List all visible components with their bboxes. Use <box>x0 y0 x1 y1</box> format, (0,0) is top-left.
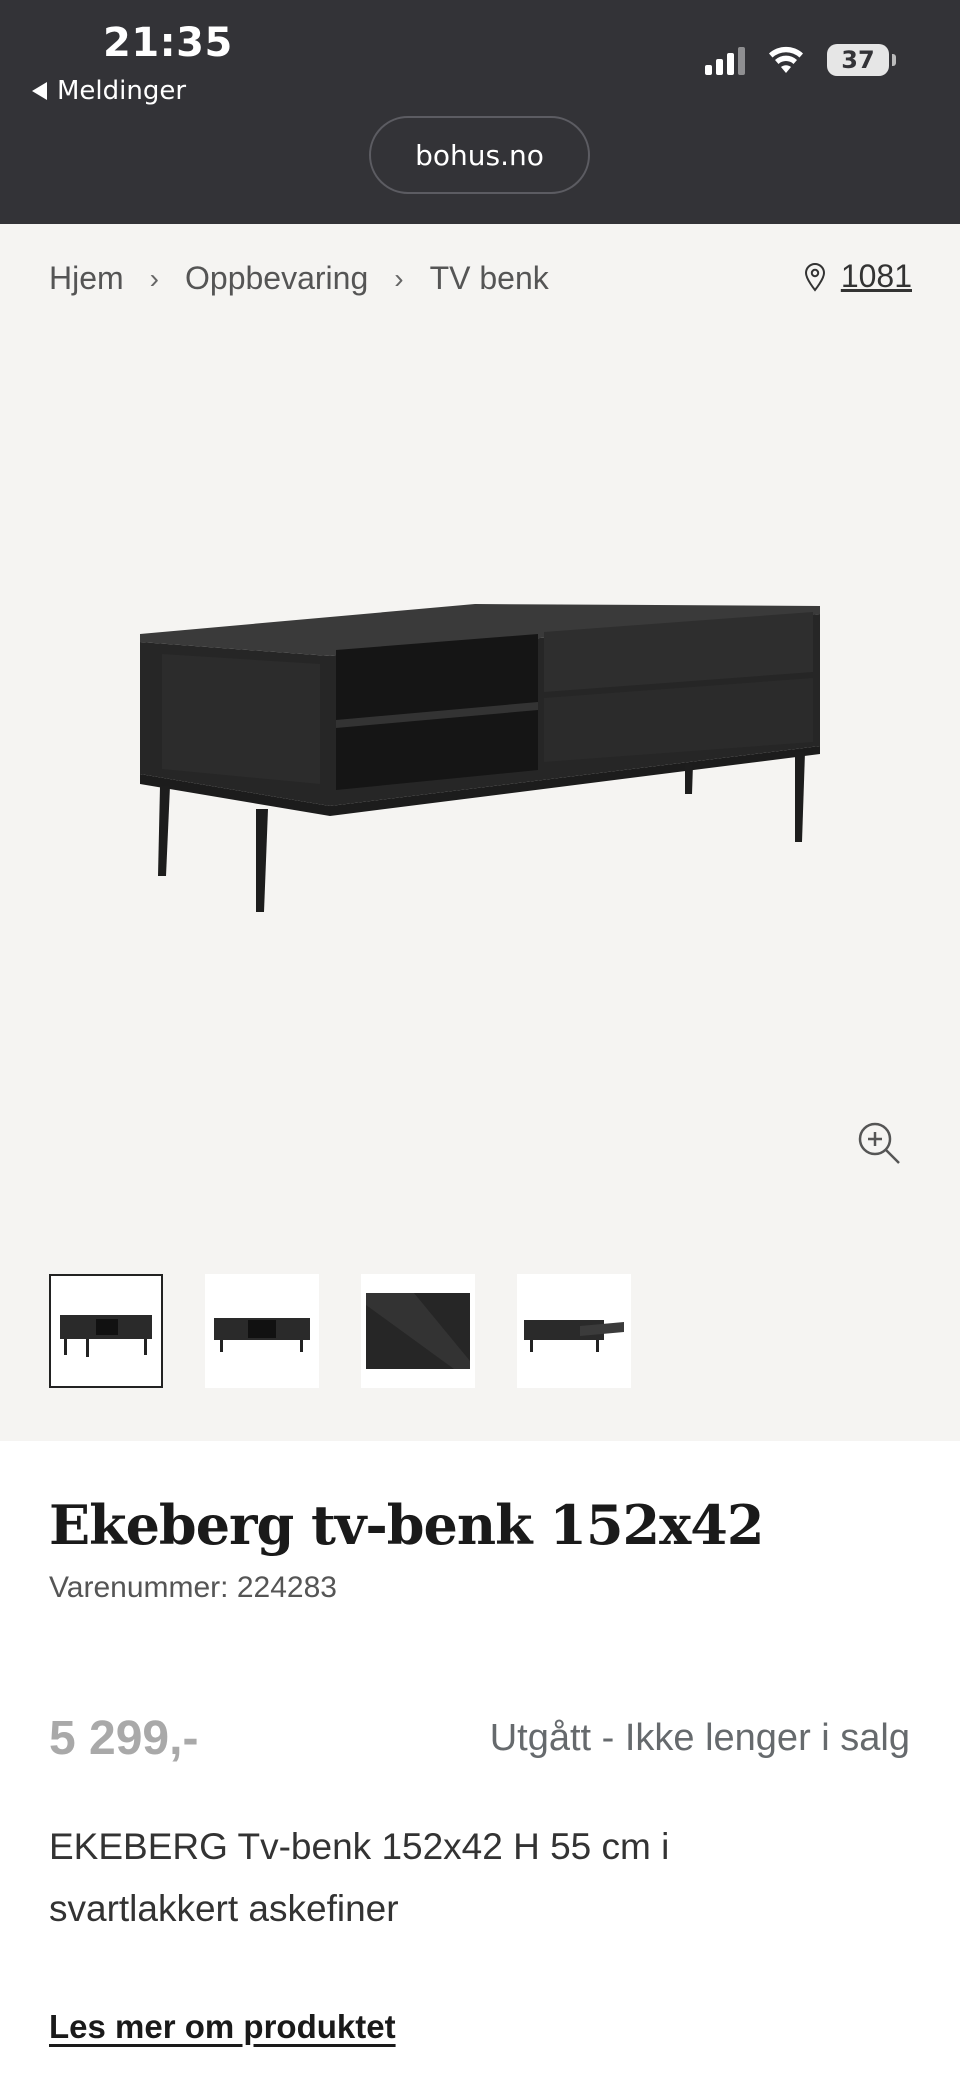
back-arrow-icon <box>32 82 47 100</box>
product-sku: Varenummer: 224283 <box>49 1571 337 1604</box>
breadcrumb-item-home[interactable]: Hjem <box>49 260 124 297</box>
thumbnail-image <box>214 1318 310 1352</box>
availability-status: Utgått - Ikke lenger i salg <box>489 1717 910 1759</box>
product-main-image[interactable] <box>130 594 830 974</box>
zoom-in-icon[interactable] <box>856 1120 902 1166</box>
back-to-app-button[interactable]: Meldinger <box>32 76 186 106</box>
thumbnail-3[interactable] <box>361 1274 475 1388</box>
browser-header: 21:35 Meldinger 37 bohus.no <box>0 0 960 224</box>
product-price: 5 299,- <box>49 1712 199 1765</box>
product-gallery: Hjem › Oppbevaring › TV benk 1081 <box>0 224 960 1441</box>
back-label: Meldinger <box>57 76 187 106</box>
battery-level: 37 <box>827 44 889 76</box>
wifi-icon <box>769 46 803 73</box>
cellular-signal-icon <box>705 45 745 75</box>
chevron-right-icon: › <box>149 262 159 294</box>
product-title: Ekeberg tv-benk 152x42 <box>49 1493 764 1557</box>
thumbnail-strip <box>49 1274 631 1388</box>
status-icons: 37 <box>705 44 896 76</box>
store-selector[interactable]: 1081 <box>803 258 912 295</box>
breadcrumb-item-tv-bench[interactable]: TV benk <box>430 260 549 297</box>
thumbnail-2[interactable] <box>205 1274 319 1388</box>
status-time: 21:35 <box>103 20 233 66</box>
location-pin-icon <box>804 262 825 292</box>
product-description: EKEBERG Tv-benk 152x42 H 55 cm i svartla… <box>49 1826 670 1929</box>
url-bar[interactable]: bohus.no <box>369 116 590 194</box>
thumbnail-4[interactable] <box>517 1274 631 1388</box>
read-more-link[interactable]: Les mer om produktet <box>49 2008 396 2046</box>
store-number[interactable]: 1081 <box>841 258 912 295</box>
thumbnail-image <box>366 1293 470 1369</box>
chevron-right-icon: › <box>394 262 404 294</box>
thumbnail-image <box>60 1315 152 1357</box>
thumbnail-image <box>524 1320 624 1352</box>
breadcrumb-item-storage[interactable]: Oppbevaring <box>185 260 368 297</box>
battery-icon: 37 <box>827 44 896 76</box>
thumbnail-1[interactable] <box>49 1274 163 1388</box>
breadcrumb: Hjem › Oppbevaring › TV benk <box>49 260 549 297</box>
